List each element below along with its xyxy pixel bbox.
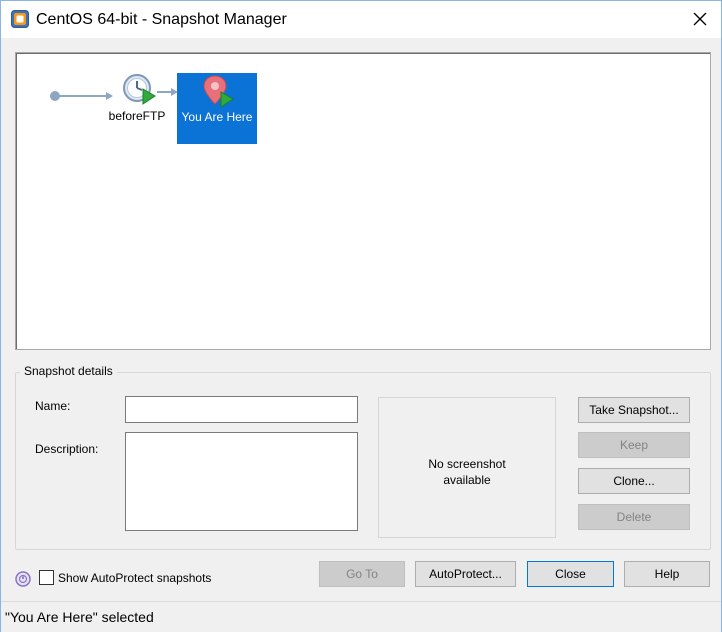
show-autoprotect-checkbox[interactable] [39,570,54,585]
description-label: Description: [35,442,99,456]
autoprotect-button[interactable]: AutoProtect... [415,561,516,587]
clock-snapshot-icon [123,74,156,105]
you-are-here-node[interactable]: You Are Here [177,73,257,144]
description-textarea[interactable] [125,432,358,531]
title-bar: CentOS 64-bit - Snapshot Manager [1,1,721,38]
snapshot-node-beforeftp[interactable]: beforeFTP [105,72,169,126]
delete-button[interactable]: Delete [578,504,690,530]
snapshot-label: beforeFTP [108,109,166,123]
help-button[interactable]: Help [624,561,710,587]
screenshot-preview: No screenshot available [378,397,556,538]
status-bar: "You Are Here" selected [1,601,721,632]
name-label: Name: [35,399,71,413]
status-text: "You Are Here" selected [5,609,154,625]
keep-button[interactable]: Keep [578,432,690,458]
take-snapshot-button[interactable]: Take Snapshot... [578,397,690,423]
vmware-workstation-icon [11,10,29,28]
snapshot-manager-window: CentOS 64-bit - Snapshot Manager beforeF… [0,0,722,632]
no-screenshot-text: No screenshot available [428,457,506,487]
window-title: CentOS 64-bit - Snapshot Manager [36,11,287,28]
close-icon [693,12,707,26]
snapshot-details-title: Snapshot details [20,364,117,378]
close-window-button[interactable] [689,8,711,30]
autoprotect-clock-icon [15,571,31,587]
clone-button[interactable]: Clone... [578,468,690,494]
location-pin-icon [203,75,234,108]
current-state-label: You Are Here [181,110,253,124]
show-autoprotect-label[interactable]: Show AutoProtect snapshots [58,571,211,585]
name-input[interactable] [125,396,358,423]
close-button[interactable]: Close [527,561,614,587]
go-to-button[interactable]: Go To [319,561,405,587]
snapshot-tree-panel[interactable]: beforeFTP You Are Here [15,52,711,350]
